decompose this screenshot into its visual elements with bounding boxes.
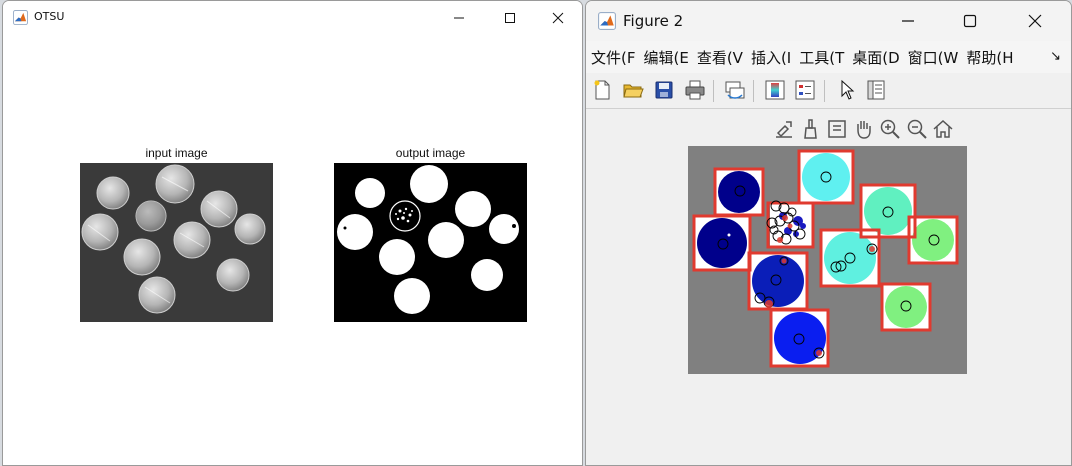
- zoom-in-icon[interactable]: [879, 118, 901, 140]
- open-file-icon[interactable]: [622, 79, 644, 101]
- detection-plot: [688, 146, 967, 374]
- figure2-window: Figure 2 文件(F 编辑(E 查看(V 插入(I 工具(T 桌面(D 窗…: [585, 0, 1072, 466]
- toolbar-separator: [753, 80, 754, 102]
- input-image: [80, 163, 273, 322]
- figure-toolbar: [586, 74, 1071, 109]
- figure-canvas: input image output image: [3, 34, 582, 465]
- maximize-icon: [505, 12, 515, 23]
- close-button[interactable]: [1012, 1, 1058, 41]
- minimize-button[interactable]: [436, 1, 482, 34]
- close-button[interactable]: [535, 1, 581, 34]
- toolbar-separator: [824, 80, 825, 102]
- menu-edit[interactable]: 编辑(E: [638, 47, 691, 68]
- brush-icon[interactable]: [799, 118, 821, 140]
- window-title: Figure 2: [623, 12, 684, 30]
- maximize-icon: [963, 14, 977, 28]
- minimize-button[interactable]: [885, 1, 931, 41]
- menu-overflow-icon[interactable]: ↘: [1050, 49, 1061, 64]
- property-inspector-icon[interactable]: [865, 79, 887, 101]
- pan-icon[interactable]: [852, 118, 874, 140]
- otsu-titlebar[interactable]: OTSU: [3, 1, 582, 34]
- menu-tools[interactable]: 工具(T: [794, 47, 847, 68]
- menu-desktop[interactable]: 桌面(D: [847, 47, 902, 68]
- toolbar-separator: [713, 80, 714, 102]
- menu-file[interactable]: 文件(F: [586, 47, 638, 68]
- output-axes-title: output image: [395, 146, 466, 160]
- home-icon[interactable]: [932, 118, 954, 140]
- save-icon[interactable]: [653, 79, 675, 101]
- matlab-icon: [598, 12, 616, 30]
- close-icon: [552, 12, 564, 23]
- zoom-out-icon[interactable]: [906, 118, 928, 140]
- link-plot-icon[interactable]: [724, 79, 746, 101]
- minimize-icon: [454, 17, 464, 18]
- menu-insert[interactable]: 插入(I: [746, 47, 794, 68]
- maximize-button[interactable]: [487, 1, 533, 34]
- menu-help[interactable]: 帮助(H: [961, 47, 1016, 68]
- close-icon: [1028, 14, 1042, 28]
- minimize-icon: [902, 20, 914, 22]
- print-icon[interactable]: [684, 79, 706, 101]
- input-axes-title: input image: [145, 146, 208, 160]
- maximize-button[interactable]: [947, 1, 993, 41]
- edit-plot-icon[interactable]: [836, 79, 858, 101]
- otsu-window: OTSU input image output image: [2, 0, 583, 466]
- window-title: OTSU: [34, 10, 65, 23]
- output-image: [334, 163, 527, 322]
- menu-view[interactable]: 查看(V: [692, 47, 746, 68]
- menu-bar: 文件(F 编辑(E 查看(V 插入(I 工具(T 桌面(D 窗口(W 帮助(H: [586, 41, 1071, 73]
- export-icon[interactable]: [773, 118, 795, 140]
- datatip-icon[interactable]: [826, 118, 848, 140]
- menu-window[interactable]: 窗口(W: [903, 47, 962, 68]
- legend-icon[interactable]: [794, 79, 816, 101]
- matlab-icon: [13, 10, 28, 25]
- new-figure-icon[interactable]: [591, 79, 613, 101]
- figure2-titlebar[interactable]: Figure 2: [586, 1, 1071, 41]
- colorbar-icon[interactable]: [764, 79, 786, 101]
